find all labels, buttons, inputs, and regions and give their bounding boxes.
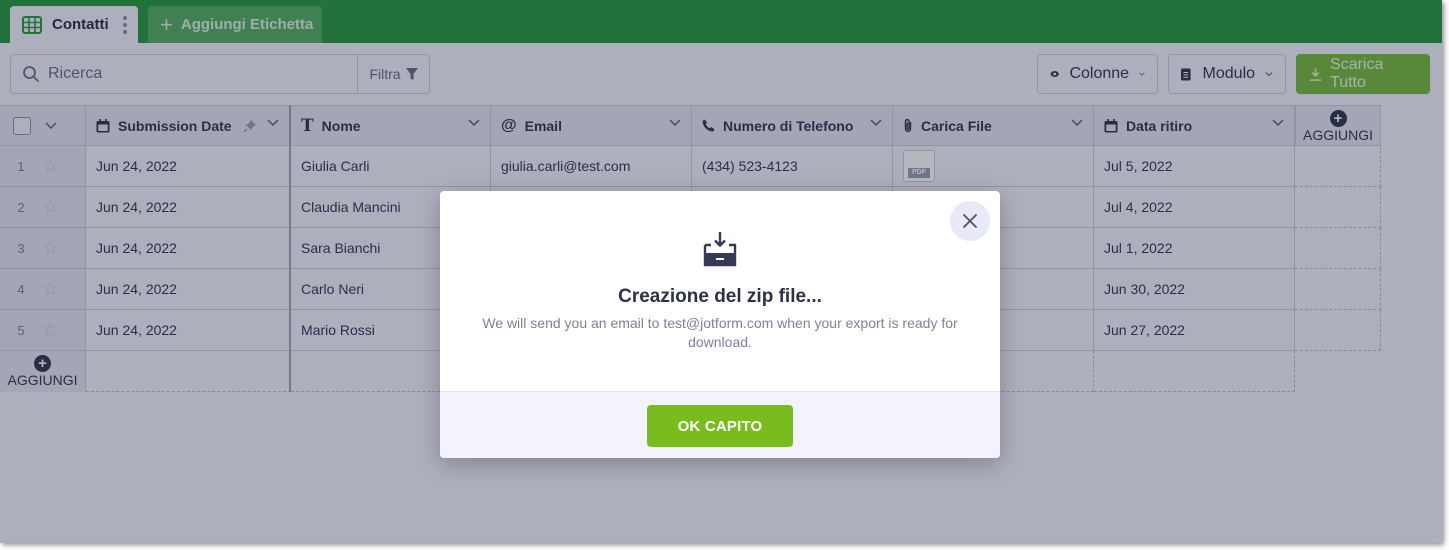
export-modal: Creazione del zip file... We will send y… <box>440 191 1000 458</box>
close-icon <box>963 214 977 228</box>
close-button[interactable] <box>950 201 990 241</box>
modal-description: We will send you an email to test@jotfor… <box>482 315 958 350</box>
app-window: Contatti + Aggiungi Etichetta Ricerca Fi… <box>0 0 1442 543</box>
modal-footer: OK CAPITO <box>440 391 1000 458</box>
modal-title: Creazione del zip file... <box>618 286 822 307</box>
inbox-download-icon <box>703 232 737 267</box>
ok-button[interactable]: OK CAPITO <box>647 405 793 447</box>
